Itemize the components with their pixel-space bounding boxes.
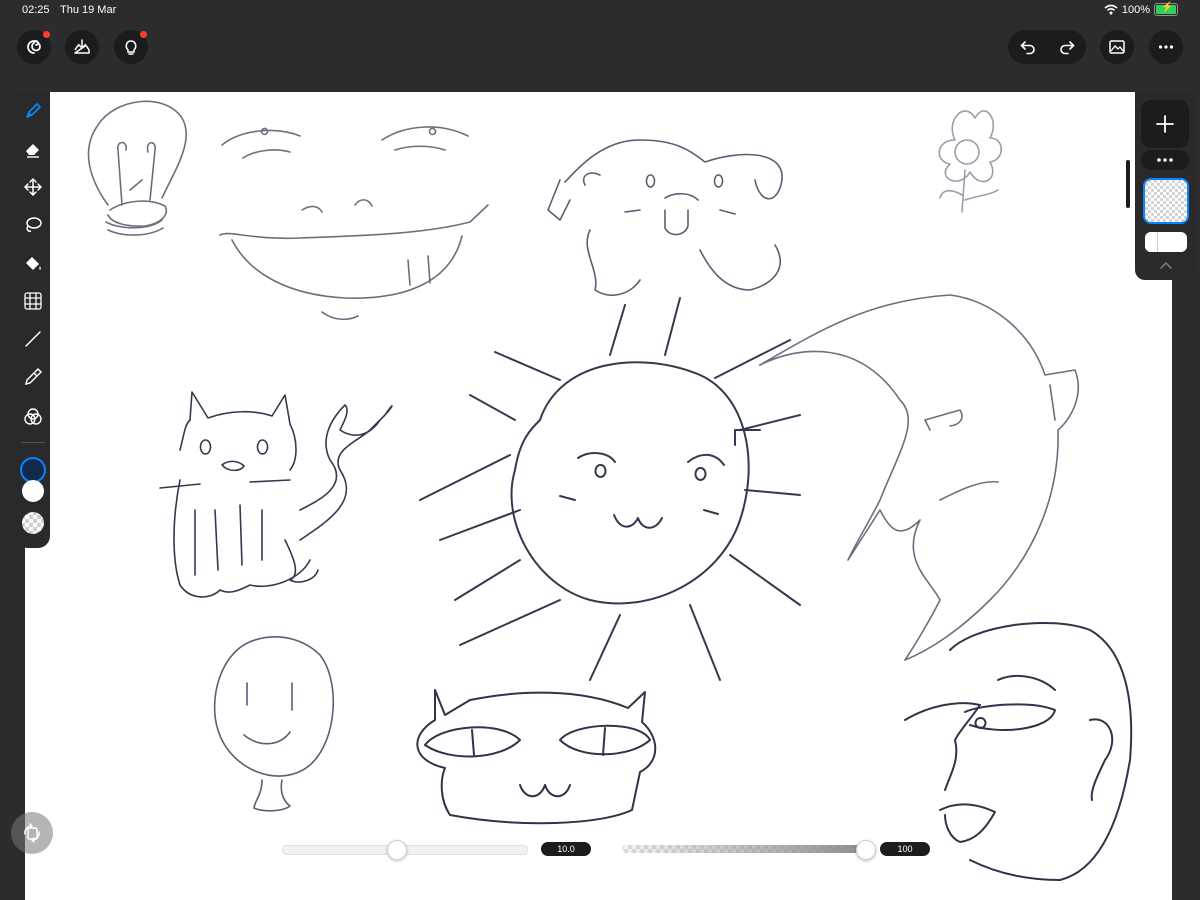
chevron-up-icon[interactable] — [1159, 260, 1173, 270]
dog-doodle — [547, 139, 783, 296]
battery-icon: ⚡ — [1154, 2, 1178, 16]
grid-tool[interactable] — [20, 288, 46, 314]
secondary-color-swatch[interactable] — [22, 480, 44, 502]
redo-button[interactable] — [1047, 30, 1086, 64]
more-icon — [1158, 45, 1174, 49]
transform-tool[interactable] — [20, 174, 46, 200]
balloon-face-doodle — [213, 636, 335, 812]
brush-size-thumb[interactable] — [387, 840, 407, 860]
more-button[interactable] — [1149, 30, 1183, 64]
layer-thumbnail-active[interactable] — [1143, 178, 1189, 224]
status-time: 02:25 — [22, 4, 50, 16]
eyedropper-icon — [24, 367, 43, 386]
flower-doodle — [938, 110, 1003, 213]
undo-button[interactable] — [1008, 30, 1047, 64]
drawing-canvas[interactable] — [25, 92, 1172, 900]
rotate-canvas-icon — [24, 823, 40, 843]
moon-doodle — [759, 294, 1080, 661]
reference-button[interactable] — [1100, 30, 1134, 64]
fill-tool[interactable] — [20, 250, 46, 276]
layer-blend-icon — [24, 408, 42, 425]
lightbulb-icon — [125, 40, 137, 55]
opacity-value: 100 — [880, 842, 930, 856]
tips-button[interactable] — [114, 30, 148, 64]
layer-options-button[interactable] — [1141, 150, 1189, 170]
perspective-grid-icon — [24, 292, 42, 310]
cat-doodle — [159, 391, 393, 598]
transparent-color-swatch[interactable] — [22, 512, 44, 534]
brush-size-value: 10.0 — [541, 842, 591, 856]
undo-icon — [1019, 41, 1035, 55]
blend-tool[interactable] — [20, 404, 46, 430]
gallery-button[interactable] — [17, 30, 51, 64]
sketch-artwork — [87, 100, 1133, 881]
paint-bucket-icon — [26, 257, 41, 270]
wifi-icon — [1104, 4, 1118, 15]
status-bar: 02:25 Thu 19 Mar 100% ⚡ — [0, 0, 1200, 20]
import-button[interactable] — [65, 30, 99, 64]
tool-sidebar — [16, 92, 50, 548]
app-logo-icon — [27, 40, 41, 54]
tray-icon — [74, 39, 90, 54]
status-date: Thu 19 Mar — [60, 4, 117, 16]
battery-percent: 100% — [1121, 3, 1150, 16]
toolbar-divider — [21, 442, 45, 443]
undo-redo-group — [1008, 30, 1086, 64]
line-tool[interactable] — [20, 326, 46, 352]
add-layer-button[interactable] — [1141, 100, 1189, 148]
more-icon — [1157, 158, 1173, 162]
layers-panel — [1135, 92, 1197, 280]
lasso-tool[interactable] — [20, 212, 46, 238]
image-icon — [1109, 40, 1125, 54]
move-icon — [23, 177, 43, 197]
grin-doodle — [219, 126, 489, 321]
lightbulb-doodle — [87, 100, 187, 236]
status-right: 100% ⚡ — [1104, 2, 1178, 16]
layers-panel-handle[interactable] — [1126, 160, 1130, 208]
profile-face-doodle — [904, 621, 1133, 881]
eraser-tool[interactable] — [20, 136, 46, 162]
eraser-icon — [26, 144, 39, 158]
cat-face-doodle — [416, 689, 657, 825]
canvas-flip-button[interactable] — [11, 812, 53, 854]
plus-icon — [1156, 115, 1174, 133]
opacity-thumb[interactable] — [856, 840, 876, 860]
background-layer-thumbnail[interactable] — [1145, 232, 1187, 252]
sun-doodle — [419, 297, 801, 681]
opacity-slider[interactable] — [622, 845, 874, 853]
brush-tool[interactable] — [20, 98, 46, 124]
primary-color-swatch[interactable] — [22, 459, 44, 481]
line-icon — [25, 331, 41, 347]
eyedropper-tool[interactable] — [20, 364, 46, 390]
redo-icon — [1059, 41, 1075, 55]
brush-icon — [26, 103, 41, 118]
lasso-icon — [26, 217, 42, 232]
